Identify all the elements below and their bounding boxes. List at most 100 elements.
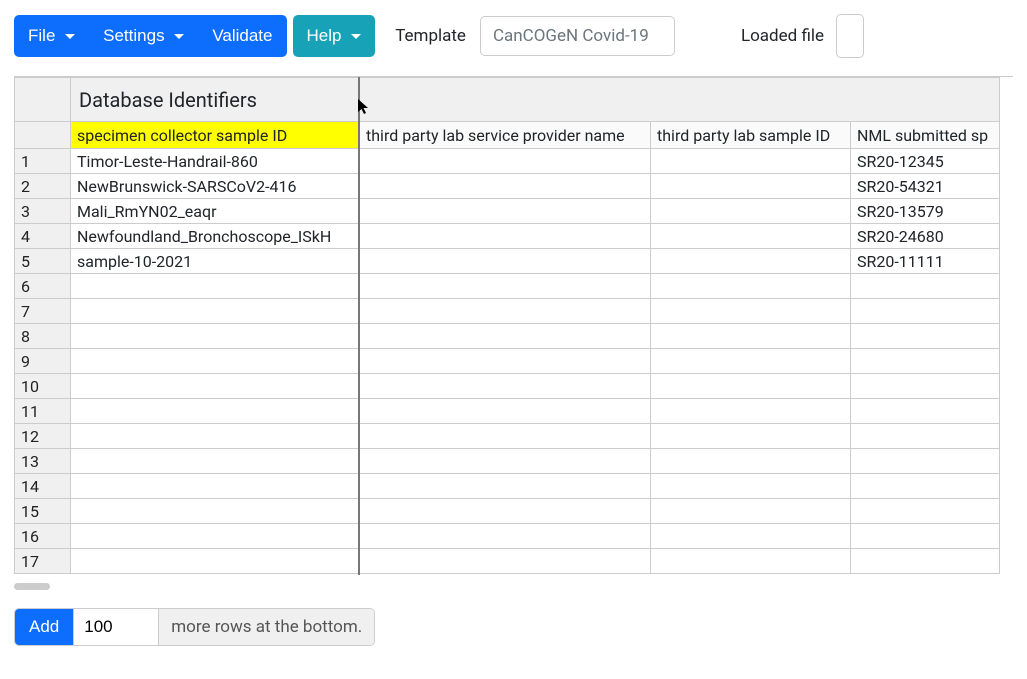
cell[interactable] bbox=[71, 274, 360, 299]
cell[interactable] bbox=[71, 499, 360, 524]
cell[interactable] bbox=[651, 374, 851, 399]
cell[interactable] bbox=[360, 174, 651, 199]
horizontal-scrollbar[interactable] bbox=[14, 583, 50, 590]
cell[interactable]: SR20-12345 bbox=[851, 149, 1000, 174]
cell[interactable] bbox=[651, 174, 851, 199]
cell[interactable] bbox=[851, 324, 1000, 349]
cell[interactable] bbox=[360, 299, 651, 324]
row-number-cell[interactable]: 13 bbox=[15, 449, 71, 474]
row-number-cell[interactable]: 1 bbox=[15, 149, 71, 174]
cell[interactable] bbox=[71, 524, 360, 549]
row-number-cell[interactable]: 8 bbox=[15, 324, 71, 349]
column-header[interactable]: specimen collector sample ID bbox=[71, 122, 360, 149]
cell[interactable] bbox=[851, 524, 1000, 549]
row-number-cell[interactable]: 4 bbox=[15, 224, 71, 249]
corner-cell[interactable] bbox=[15, 78, 71, 122]
row-number-cell[interactable]: 14 bbox=[15, 474, 71, 499]
cell[interactable] bbox=[851, 374, 1000, 399]
row-number-cell[interactable]: 9 bbox=[15, 349, 71, 374]
cell[interactable]: NewBrunswick-SARSCoV2-416 bbox=[71, 174, 360, 199]
cell[interactable] bbox=[651, 449, 851, 474]
cell[interactable] bbox=[360, 449, 651, 474]
spreadsheet[interactable]: Database Identifiers specimen collector … bbox=[14, 76, 1013, 581]
cell[interactable] bbox=[71, 324, 360, 349]
cell[interactable] bbox=[360, 149, 651, 174]
rows-count-input[interactable] bbox=[73, 609, 159, 645]
cell[interactable] bbox=[651, 424, 851, 449]
row-number-cell[interactable]: 12 bbox=[15, 424, 71, 449]
add-rows-button[interactable]: Add bbox=[15, 609, 73, 645]
cell[interactable] bbox=[360, 224, 651, 249]
cell[interactable] bbox=[360, 424, 651, 449]
row-number-cell[interactable]: 16 bbox=[15, 524, 71, 549]
row-number-cell[interactable]: 3 bbox=[15, 199, 71, 224]
cell[interactable] bbox=[651, 249, 851, 274]
cell[interactable] bbox=[360, 499, 651, 524]
cell[interactable] bbox=[651, 524, 851, 549]
cell[interactable] bbox=[651, 399, 851, 424]
cell[interactable] bbox=[360, 524, 651, 549]
cell[interactable] bbox=[71, 474, 360, 499]
help-menu-button[interactable]: Help bbox=[293, 15, 376, 57]
cell[interactable] bbox=[360, 274, 651, 299]
cell[interactable] bbox=[651, 549, 851, 574]
cell[interactable]: SR20-13579 bbox=[851, 199, 1000, 224]
group-header-cell[interactable]: Database Identifiers bbox=[71, 78, 1000, 122]
row-number-cell[interactable]: 5 bbox=[15, 249, 71, 274]
cell[interactable] bbox=[651, 149, 851, 174]
cell[interactable] bbox=[71, 299, 360, 324]
cell[interactable] bbox=[360, 399, 651, 424]
cell[interactable] bbox=[651, 349, 851, 374]
cell[interactable] bbox=[851, 474, 1000, 499]
cell[interactable] bbox=[71, 374, 360, 399]
row-number-cell[interactable]: 10 bbox=[15, 374, 71, 399]
cell[interactable]: Newfoundland_Bronchoscope_ISkH bbox=[71, 224, 360, 249]
cell[interactable]: Mali_RmYN02_eaqr bbox=[71, 199, 360, 224]
cell[interactable] bbox=[851, 399, 1000, 424]
cell[interactable] bbox=[71, 399, 360, 424]
cell[interactable]: SR20-54321 bbox=[851, 174, 1000, 199]
cell[interactable] bbox=[651, 299, 851, 324]
cell[interactable] bbox=[851, 549, 1000, 574]
cell[interactable] bbox=[651, 224, 851, 249]
cell[interactable]: sample-10-2021 bbox=[71, 249, 360, 274]
cell[interactable] bbox=[851, 449, 1000, 474]
cell[interactable] bbox=[360, 199, 651, 224]
row-number-cell[interactable]: 2 bbox=[15, 174, 71, 199]
cell[interactable]: SR20-11111 bbox=[851, 249, 1000, 274]
column-header[interactable]: NML submitted sp bbox=[851, 122, 1000, 149]
file-menu-button[interactable]: File bbox=[14, 15, 89, 57]
cell[interactable]: SR20-24680 bbox=[851, 224, 1000, 249]
cell[interactable] bbox=[360, 549, 651, 574]
cell[interactable] bbox=[851, 274, 1000, 299]
row-number-cell[interactable]: 7 bbox=[15, 299, 71, 324]
template-select[interactable]: CanCOGeN Covid-19 bbox=[480, 16, 675, 56]
cell[interactable] bbox=[651, 499, 851, 524]
row-number-cell[interactable]: 11 bbox=[15, 399, 71, 424]
cell[interactable] bbox=[71, 549, 360, 574]
cell[interactable] bbox=[360, 324, 651, 349]
cell[interactable] bbox=[360, 474, 651, 499]
cell[interactable] bbox=[651, 199, 851, 224]
row-number-cell[interactable]: 15 bbox=[15, 499, 71, 524]
cell[interactable] bbox=[71, 424, 360, 449]
validate-button[interactable]: Validate bbox=[198, 15, 286, 57]
cell[interactable] bbox=[851, 349, 1000, 374]
cell[interactable] bbox=[851, 499, 1000, 524]
cell[interactable] bbox=[651, 324, 851, 349]
cell[interactable] bbox=[71, 449, 360, 474]
row-number-cell[interactable]: 17 bbox=[15, 549, 71, 574]
cell[interactable] bbox=[360, 374, 651, 399]
column-header[interactable]: third party lab sample ID bbox=[651, 122, 851, 149]
cell[interactable] bbox=[651, 274, 851, 299]
row-number-cell[interactable]: 6 bbox=[15, 274, 71, 299]
cell[interactable] bbox=[651, 474, 851, 499]
cell[interactable] bbox=[71, 349, 360, 374]
rownum-header[interactable] bbox=[15, 122, 71, 149]
column-header[interactable]: third party lab service provider name bbox=[360, 122, 651, 149]
cell[interactable] bbox=[851, 299, 1000, 324]
cell[interactable] bbox=[360, 349, 651, 374]
cell[interactable] bbox=[360, 249, 651, 274]
cell[interactable] bbox=[851, 424, 1000, 449]
cell[interactable]: Timor-Leste-Handrail-860 bbox=[71, 149, 360, 174]
